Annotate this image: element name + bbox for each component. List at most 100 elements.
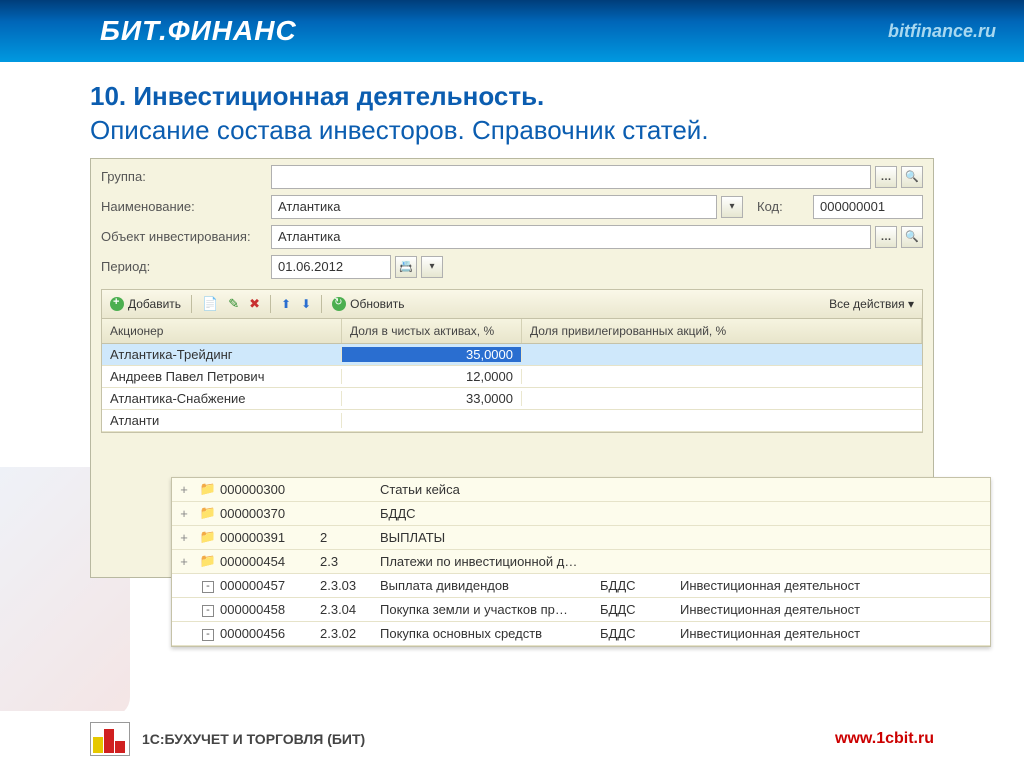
grid-row[interactable]: Атланти xyxy=(102,410,922,432)
tree-num: 2.3 xyxy=(320,554,380,569)
tree-name: Покупка земли и участков пр… xyxy=(380,602,600,617)
tree-cat: Инвестиционная деятельност xyxy=(680,602,990,617)
period-input[interactable]: 01.06.2012 xyxy=(271,255,391,279)
separator xyxy=(191,295,192,313)
object-more-button[interactable] xyxy=(875,226,897,248)
cell-share: 35,0000 xyxy=(342,347,522,362)
label-period: Период: xyxy=(101,259,271,274)
label-name: Наименование: xyxy=(101,199,271,214)
item-icon: - xyxy=(196,625,220,641)
articles-tree: + 📁 000000300 Статьи кейса + 📁 000000370… xyxy=(171,477,991,647)
group-search-icon[interactable] xyxy=(901,166,923,188)
move-down-button[interactable]: ⬇ xyxy=(301,297,311,311)
refresh-button[interactable]: Обновить xyxy=(332,297,404,311)
object-value: Атлантика xyxy=(278,229,340,244)
row-period: Период: 01.06.2012 xyxy=(91,249,933,279)
tree-name: Выплата дивидендов xyxy=(380,578,600,593)
label-object: Объект инвестирования: xyxy=(101,229,271,244)
logo-icon xyxy=(90,722,130,756)
tree-row[interactable]: + 📁 000000300 Статьи кейса xyxy=(172,478,990,502)
tree-name: Покупка основных средств xyxy=(380,626,600,641)
grid-row[interactable]: Атлантика-Снабжение 33,0000 xyxy=(102,388,922,410)
period-calendar-icon[interactable] xyxy=(395,256,417,278)
shareholders-grid: Акционер Доля в чистых активах, % Доля п… xyxy=(101,319,923,433)
period-value: 01.06.2012 xyxy=(278,259,343,274)
slide-title-subtitle: Описание состава инвесторов. Справочник … xyxy=(90,115,709,145)
expand-toggle[interactable]: + xyxy=(172,530,196,545)
tree-row[interactable]: + 📁 000000391 2 ВЫПЛАТЫ xyxy=(172,526,990,550)
product-title: БИТ.ФИНАНС xyxy=(100,15,297,47)
tree-num: 2.3.02 xyxy=(320,626,380,641)
tree-row[interactable]: + 📁 000000454 2.3 Платежи по инвестицион… xyxy=(172,550,990,574)
code-value: 000000001 xyxy=(820,199,885,214)
expand-toggle[interactable]: + xyxy=(172,554,196,569)
folder-icon: 📁 xyxy=(196,505,220,521)
slide-body: 10. Инвестиционная деятельность. Описани… xyxy=(0,62,1024,578)
header-bar: БИТ.ФИНАНС bitfinance.ru xyxy=(0,0,1024,62)
add-button[interactable]: Добавить xyxy=(110,297,181,311)
grid-row[interactable]: Андреев Павел Петрович 12,0000 xyxy=(102,366,922,388)
tree-code: 000000300 xyxy=(220,482,320,497)
edit-button[interactable]: ✎ xyxy=(228,296,239,312)
tree-num: 2 xyxy=(320,530,380,545)
tree-row[interactable]: - 000000458 2.3.04 Покупка земли и участ… xyxy=(172,598,990,622)
item-icon: - xyxy=(196,601,220,617)
col-share-net[interactable]: Доля в чистых активах, % xyxy=(342,319,522,343)
refresh-button-label: Обновить xyxy=(350,297,404,311)
cell-share: 33,0000 xyxy=(342,391,522,406)
name-value: Атлантика xyxy=(278,199,340,214)
delete-button[interactable]: ✖ xyxy=(249,296,260,312)
grid-header: Акционер Доля в чистых активах, % Доля п… xyxy=(102,319,922,344)
tree-row[interactable]: + 📁 000000370 БДДС xyxy=(172,502,990,526)
tree-code: 000000458 xyxy=(220,602,320,617)
tree-name: ВЫПЛАТЫ xyxy=(380,530,600,545)
label-group: Группа: xyxy=(101,169,271,184)
tree-code: 000000457 xyxy=(220,578,320,593)
separator xyxy=(321,295,322,313)
name-dropdown-icon[interactable] xyxy=(721,196,743,218)
cell-name: Андреев Павел Петрович xyxy=(102,369,342,384)
col-shareholder[interactable]: Акционер xyxy=(102,319,342,343)
cell-share: 12,0000 xyxy=(342,369,522,384)
cell-name: Атлантика-Трейдинг xyxy=(102,347,342,362)
footer-logo-block: 1С:БУХУЧЕТ И ТОРГОВЛЯ (БИТ) xyxy=(90,722,365,756)
expand-toggle[interactable]: + xyxy=(172,482,196,497)
company-name: 1С:БУХУЧЕТ И ТОРГОВЛЯ (БИТ) xyxy=(142,731,365,747)
tree-num: 2.3.04 xyxy=(320,602,380,617)
tree-type: БДДС xyxy=(600,602,680,617)
move-up-button[interactable]: ⬆ xyxy=(281,297,291,311)
tree-name: БДДС xyxy=(380,506,600,521)
expand-toggle[interactable]: + xyxy=(172,506,196,521)
folder-icon: 📁 xyxy=(196,529,220,545)
tree-row[interactable]: - 000000457 2.3.03 Выплата дивидендов БД… xyxy=(172,574,990,598)
object-input[interactable]: Атлантика xyxy=(271,225,871,249)
product-url: bitfinance.ru xyxy=(888,21,996,42)
row-name: Наименование: Атлантика Код: 000000001 xyxy=(91,189,933,219)
col-share-pref[interactable]: Доля привилегированных акций, % xyxy=(522,319,922,343)
group-more-button[interactable] xyxy=(875,166,897,188)
folder-icon: 📁 xyxy=(196,553,220,569)
cell-name: Атланти xyxy=(102,413,342,428)
all-actions-dropdown[interactable]: Все действия ▾ xyxy=(829,297,914,311)
tree-cat: Инвестиционная деятельност xyxy=(680,626,990,641)
name-input[interactable]: Атлантика xyxy=(271,195,717,219)
slide-title-bold: 10. Инвестиционная деятельность. xyxy=(90,81,544,111)
app-window: Группа: Наименование: Атлантика Код: 000… xyxy=(90,158,934,578)
folder-icon: 📁 xyxy=(196,481,220,497)
tree-num: 2.3.03 xyxy=(320,578,380,593)
cell-name: Атлантика-Снабжение xyxy=(102,391,342,406)
tree-type: БДДС xyxy=(600,578,680,593)
copy-button[interactable]: 📄 xyxy=(202,296,218,312)
group-input[interactable] xyxy=(271,165,871,189)
period-dropdown-icon[interactable] xyxy=(421,256,443,278)
object-search-icon[interactable] xyxy=(901,226,923,248)
grid-row[interactable]: Атлантика-Трейдинг 35,0000 xyxy=(102,344,922,366)
refresh-icon xyxy=(332,297,346,311)
add-button-label: Добавить xyxy=(128,297,181,311)
code-input[interactable]: 000000001 xyxy=(813,195,923,219)
tree-row[interactable]: - 000000456 2.3.02 Покупка основных сред… xyxy=(172,622,990,646)
separator xyxy=(270,295,271,313)
plus-icon xyxy=(110,297,124,311)
item-icon: - xyxy=(196,577,220,593)
tree-code: 000000454 xyxy=(220,554,320,569)
